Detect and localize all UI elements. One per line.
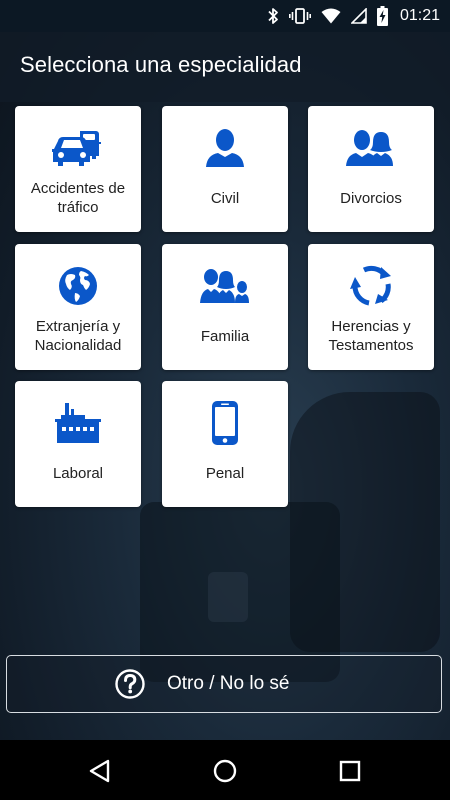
specialty-label: Divorcios xyxy=(340,189,402,207)
specialty-tile-extranjeria[interactable]: Extranjería y Nacionalidad xyxy=(15,244,141,370)
person-icon xyxy=(162,126,288,170)
specialty-tile-civil[interactable]: Civil xyxy=(162,106,288,232)
specialty-label: Laboral xyxy=(52,464,104,482)
specialty-label: Accidentes de tráfico xyxy=(30,180,126,216)
globe-icon xyxy=(15,264,141,308)
couple-icon xyxy=(308,126,434,170)
specialty-tile-penal[interactable]: Penal xyxy=(162,381,288,507)
specialty-label: Penal xyxy=(205,464,245,482)
screen: 01:21 Selecciona una especialidad Accide… xyxy=(0,0,450,800)
specialty-label: Herencias y Testamentos xyxy=(328,318,414,354)
cars-icon xyxy=(15,126,141,170)
specialty-tile-divorcios[interactable]: Divorcios xyxy=(308,106,434,232)
status-time: 01:21 xyxy=(399,7,440,24)
question-circle-icon xyxy=(115,669,145,699)
family-icon xyxy=(162,264,288,308)
specialty-tile-laboral[interactable]: Laboral xyxy=(15,381,141,507)
specialty-tile-herencias[interactable]: Herencias y Testamentos xyxy=(308,244,434,370)
specialty-label: Familia xyxy=(200,327,250,345)
status-icons: 01:21 xyxy=(267,0,440,32)
factory-icon xyxy=(15,401,141,445)
specialty-label: Civil xyxy=(210,189,240,207)
status-bar: 01:21 xyxy=(0,0,450,32)
wifi-icon xyxy=(321,8,341,24)
other-option-button[interactable]: Otro / No lo sé xyxy=(6,655,442,713)
specialty-label: Extranjería y Nacionalidad xyxy=(34,318,122,354)
bluetooth-icon xyxy=(267,7,279,25)
vibrate-icon xyxy=(288,7,311,25)
mobile-phone-icon xyxy=(162,401,288,445)
specialty-tile-familia[interactable]: Familia xyxy=(162,244,288,370)
other-option-label: Otro / No lo sé xyxy=(167,673,290,694)
navigation-bar xyxy=(0,740,450,800)
signal-icon xyxy=(350,8,367,24)
battery-charging-icon xyxy=(376,6,388,26)
recents-icon[interactable] xyxy=(337,758,363,784)
home-icon[interactable] xyxy=(212,758,238,784)
cycle-arrows-icon xyxy=(308,264,434,308)
page-title: Selecciona una especialidad xyxy=(20,52,302,77)
background-shape xyxy=(208,572,248,622)
back-icon[interactable] xyxy=(87,758,113,784)
specialty-tile-accidentes[interactable]: Accidentes de tráfico xyxy=(15,106,141,232)
